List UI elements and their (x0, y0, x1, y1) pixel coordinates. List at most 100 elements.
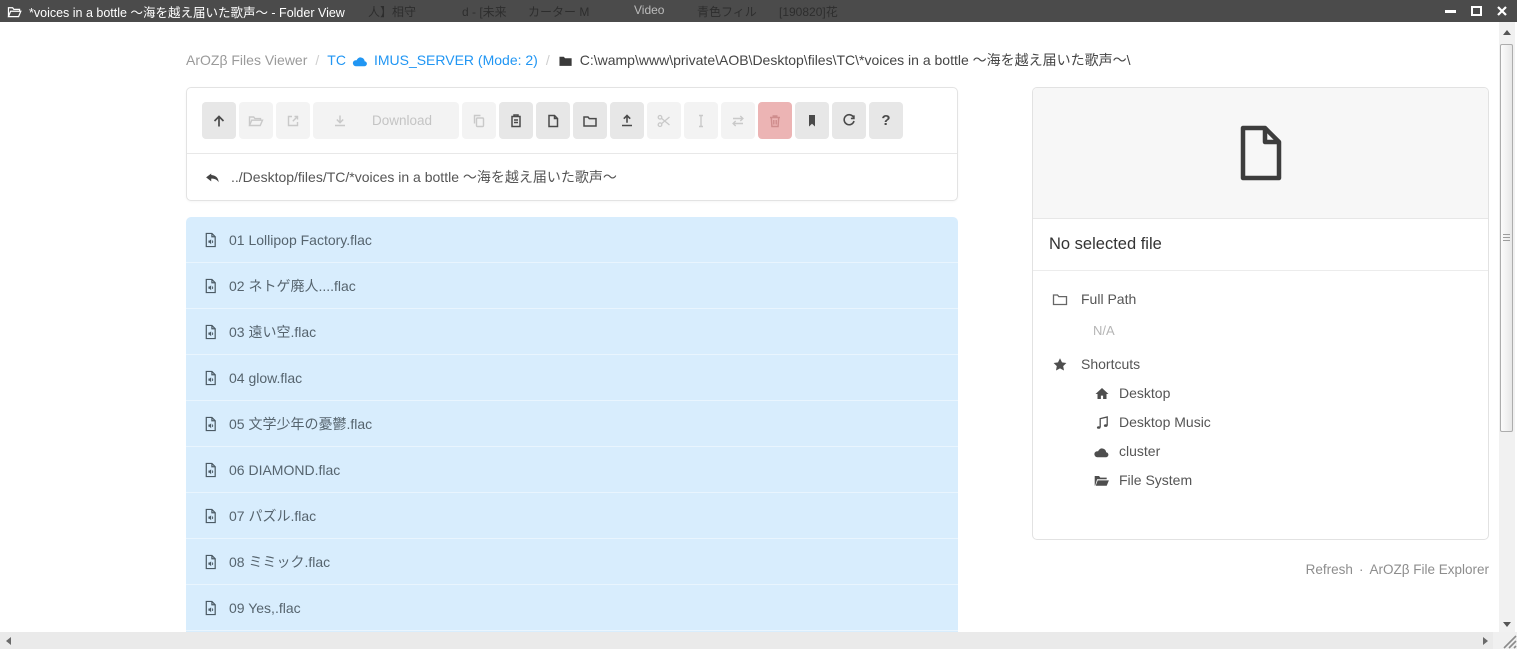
help-button[interactable]: ? (869, 102, 903, 139)
file-name: 06 DIAMOND.flac (229, 462, 340, 478)
audio-file-icon (203, 554, 218, 570)
shortcut-label: File System (1119, 472, 1192, 488)
breadcrumb-path-text: C:\wamp\www\private\AOB\Desktop\files\TC… (580, 50, 1131, 70)
open-external-icon (285, 113, 301, 129)
folder-icon (1052, 292, 1068, 306)
new-folder-button[interactable] (573, 102, 607, 139)
breadcrumb: ArOZβ Files Viewer / TC IMUS_SERVER (Mod… (186, 50, 1131, 70)
breadcrumb-server-link[interactable]: TC IMUS_SERVER (Mode: 2) (327, 52, 538, 68)
music-icon (1093, 415, 1110, 430)
vertical-scrollbar[interactable] (1499, 22, 1515, 632)
file-name: 05 文学少年の憂鬱.flac (229, 414, 372, 434)
shortcut-file-system[interactable]: File System (1093, 472, 1469, 488)
paste-icon (508, 113, 524, 129)
file-row[interactable]: 03 遠い空.flac (186, 309, 958, 355)
cut-button[interactable] (647, 102, 681, 139)
file-list: 01 Lollipop Factory.flac 02 ネトゲ廃人....fla… (186, 217, 958, 632)
file-row[interactable]: 09 Yes,.flac (186, 585, 958, 631)
file-row[interactable]: 06 DIAMOND.flac (186, 447, 958, 493)
star-icon (1052, 357, 1068, 372)
download-label: Download (372, 113, 432, 128)
maximize-icon (1471, 6, 1482, 16)
scroll-down-button[interactable] (1499, 616, 1515, 632)
refresh-button[interactable] (832, 102, 866, 139)
ghost-text: d - [未来 (462, 3, 507, 20)
file-row[interactable]: 04 glow.flac (186, 355, 958, 401)
horizontal-scrollbar[interactable] (0, 632, 1493, 649)
shortcut-cluster[interactable]: cluster (1093, 443, 1469, 459)
resize-grip[interactable] (1493, 632, 1517, 649)
trash-icon (767, 113, 783, 129)
breadcrumb-app-label[interactable]: ArOZβ Files Viewer (186, 52, 307, 68)
file-name: 09 Yes,.flac (229, 600, 301, 616)
file-row[interactable]: 07 パズル.flac (186, 493, 958, 539)
bookmark-button[interactable] (795, 102, 829, 139)
audio-file-icon (203, 462, 218, 478)
delete-button[interactable] (758, 102, 792, 139)
download-button[interactable]: Download (313, 102, 459, 139)
scroll-left-button[interactable] (0, 632, 16, 649)
file-name: 07 パズル.flac (229, 506, 316, 526)
move-button[interactable] (721, 102, 755, 139)
file-preview (1033, 88, 1488, 219)
shortcut-desktop[interactable]: Desktop (1093, 385, 1469, 401)
document-icon (1237, 123, 1285, 183)
file-row[interactable]: 02 ネトゲ廃人....flac (186, 263, 958, 309)
file-row[interactable]: 05 文学少年の憂鬱.flac (186, 401, 958, 447)
window-titlebar: *voices in a bottle ～海を越え届いた歌声～ - Folder… (0, 0, 1517, 22)
triangle-up-icon (1503, 30, 1511, 35)
file-name: 03 遠い空.flac (229, 322, 316, 342)
ghost-text: カーター M (528, 3, 589, 20)
up-arrow-icon (211, 113, 227, 129)
ghost-text: Video (634, 3, 664, 17)
cloud-icon (1093, 445, 1110, 458)
folder-icon (558, 54, 573, 67)
upload-icon (619, 113, 635, 129)
paste-button[interactable] (499, 102, 533, 139)
vertical-scrollbar-thumb[interactable] (1500, 44, 1513, 432)
toolbar: Download (187, 88, 957, 153)
file-name: 04 glow.flac (229, 370, 302, 386)
copy-button[interactable] (462, 102, 496, 139)
minimize-icon (1445, 10, 1456, 13)
parent-directory-link[interactable]: ../Desktop/files/TC/*voices in a bottle … (187, 153, 957, 200)
shortcut-desktop-music[interactable]: Desktop Music (1093, 414, 1469, 430)
window-controls (1443, 0, 1509, 22)
swap-arrows-icon (730, 113, 746, 129)
download-icon (332, 113, 348, 129)
full-path-row: Full Path (1052, 291, 1469, 307)
ghost-text: 人】相守 (368, 3, 416, 20)
rename-button[interactable] (684, 102, 718, 139)
refresh-link[interactable]: Refresh (1306, 562, 1353, 577)
file-properties-panel: No selected file Full Path N/A Shortcuts… (1032, 87, 1489, 540)
shortcut-label: Desktop Music (1119, 414, 1211, 430)
full-path-label: Full Path (1081, 291, 1136, 307)
cut-icon (656, 113, 672, 129)
selected-file-title: No selected file (1033, 219, 1488, 271)
help-icon: ? (881, 112, 890, 129)
upload-button[interactable] (610, 102, 644, 139)
app-name-link[interactable]: ArOZβ File Explorer (1369, 562, 1489, 577)
open-external-button[interactable] (276, 102, 310, 139)
new-file-button[interactable] (536, 102, 570, 139)
breadcrumb-separator: / (315, 52, 319, 68)
footer-separator: · (1359, 562, 1364, 577)
go-up-button[interactable] (202, 102, 236, 139)
minimize-button[interactable] (1443, 4, 1457, 18)
file-name: 08 ミミック.flac (229, 552, 330, 572)
audio-file-icon (203, 508, 218, 524)
scroll-right-button[interactable] (1477, 632, 1493, 649)
parent-directory-path: ../Desktop/files/TC/*voices in a bottle … (231, 167, 617, 187)
file-row[interactable]: 08 ミミック.flac (186, 539, 958, 585)
maximize-button[interactable] (1469, 4, 1483, 18)
file-name: 02 ネトゲ廃人....flac (229, 276, 356, 296)
triangle-down-icon (1503, 622, 1511, 627)
cloud-icon (352, 54, 368, 67)
file-row[interactable]: 01 Lollipop Factory.flac (186, 217, 958, 263)
scroll-up-button[interactable] (1499, 24, 1515, 40)
audio-file-icon (203, 278, 218, 294)
ghost-text: [190820]花 (779, 3, 838, 20)
shortcuts-row: Shortcuts (1052, 356, 1469, 372)
close-button[interactable] (1495, 4, 1509, 18)
open-button[interactable] (239, 102, 273, 139)
